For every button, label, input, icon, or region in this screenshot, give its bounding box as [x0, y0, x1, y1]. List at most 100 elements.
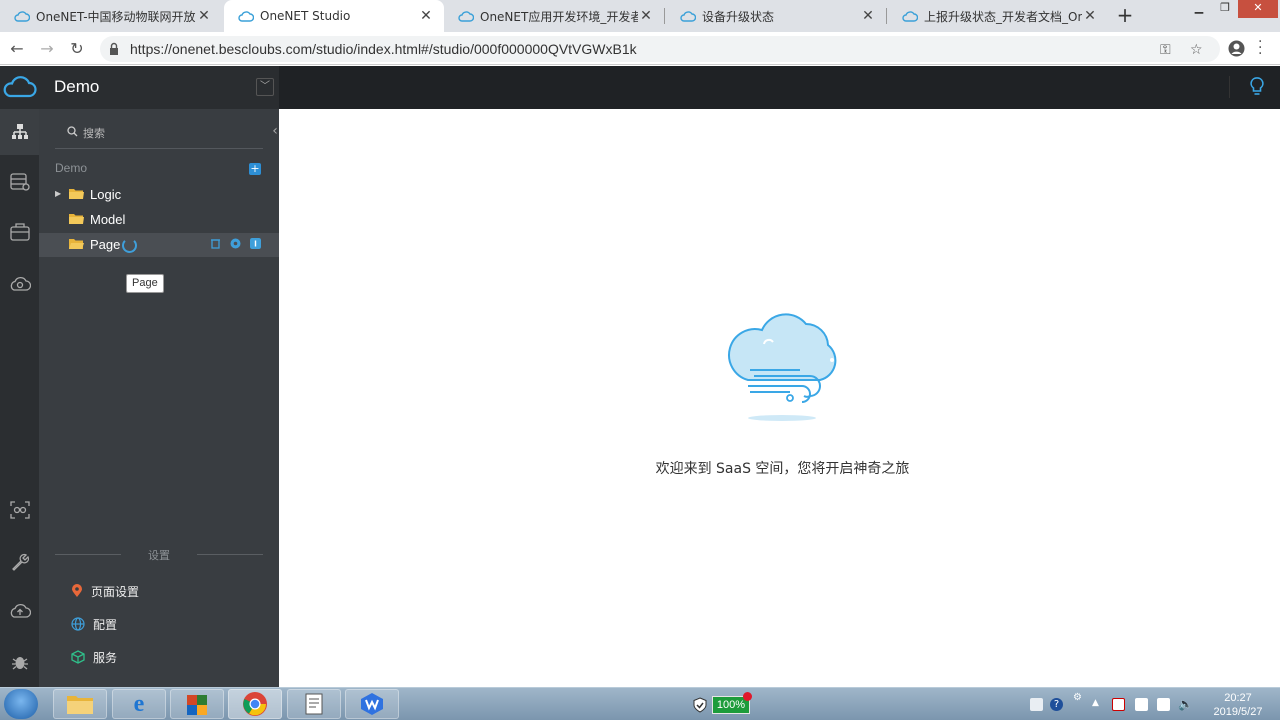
- wps-icon: [361, 693, 383, 715]
- tab-title: OneNET-中国移动物联网开放平: [36, 9, 196, 24]
- chevron-down-icon[interactable]: ﹀: [256, 78, 274, 96]
- lock-icon: [110, 42, 118, 55]
- rail-item-cloud-device[interactable]: [0, 260, 39, 306]
- chevron-up-icon[interactable]: ▲: [1092, 698, 1105, 711]
- rail-item-upload[interactable]: [0, 587, 39, 633]
- minimize-icon[interactable]: ▁: [1186, 0, 1212, 18]
- system-clock[interactable]: 20:27 2019/5/27: [1208, 691, 1268, 719]
- setting-label: 页面设置: [91, 584, 140, 599]
- hierarchy-icon: [11, 124, 28, 139]
- settings-small-icon[interactable]: ⚙: [1073, 692, 1086, 705]
- taskbar-chrome[interactable]: [228, 689, 282, 719]
- shield-check-icon[interactable]: [692, 697, 708, 713]
- cloud-icon: [680, 11, 696, 22]
- rail-item-tools[interactable]: [0, 539, 39, 585]
- windows-start-button[interactable]: [4, 689, 38, 719]
- device-icon[interactable]: [1135, 698, 1148, 711]
- help-icon[interactable]: ?: [1050, 698, 1063, 711]
- search-input[interactable]: [83, 123, 253, 143]
- windows-taskbar: e 100% ? ⚙ ▲ 🔈 20:27 2019/5/27: [0, 687, 1280, 720]
- delete-icon[interactable]: [210, 238, 221, 249]
- volume-icon[interactable]: 🔈: [1178, 698, 1193, 711]
- lightbulb-icon[interactable]: [1250, 77, 1264, 97]
- project-tree-panel: ‹ Demo + ▶ Logic Model Page 设置 页面设置 配置 服…: [39, 109, 279, 687]
- close-icon[interactable]: ✕: [638, 8, 654, 24]
- rail-item-debug[interactable]: [0, 639, 39, 685]
- tree-item-label: Page: [90, 237, 121, 252]
- url-text[interactable]: https://onenet.bescloubs.com/studio/inde…: [130, 41, 637, 57]
- project-name: Demo: [54, 77, 100, 96]
- setting-config[interactable]: 配置: [71, 614, 117, 634]
- database-icon: [9, 173, 30, 191]
- setting-page-settings[interactable]: 页面设置: [71, 581, 139, 601]
- tooltip: Page: [126, 274, 164, 293]
- address-bar: ← → ↻ https://onenet.bescloubs.com/studi…: [0, 32, 1280, 65]
- taskbar-wps[interactable]: [345, 689, 399, 719]
- cloud-icon: [902, 11, 918, 22]
- browser-tab[interactable]: OneNET应用开发环境_开发者文 ✕: [444, 0, 664, 32]
- forward-arrow-icon[interactable]: →: [36, 38, 58, 60]
- setting-label: 服务: [93, 650, 118, 665]
- setting-service[interactable]: 服务: [71, 647, 117, 667]
- caret-right-icon[interactable]: ▶: [55, 189, 61, 198]
- omnibox[interactable]: https://onenet.bescloubs.com/studio/inde…: [100, 36, 1220, 62]
- window-controls: ▁ ❐ ✕: [1186, 0, 1278, 18]
- settings-section-title: 设置: [148, 549, 170, 562]
- clock-time: 20:27: [1224, 692, 1252, 704]
- cloud-device-icon: [10, 277, 31, 291]
- chrome-icon: [243, 692, 267, 716]
- document-icon: [305, 693, 323, 715]
- rail-item-database[interactable]: [0, 159, 39, 205]
- rail-item-preview[interactable]: [0, 487, 39, 533]
- key-icon[interactable]: ⚿: [1160, 42, 1171, 58]
- tree-item-model[interactable]: Model: [39, 208, 279, 232]
- tree-item-page[interactable]: Page: [39, 233, 279, 257]
- browser-tab-bar: OneNET-中国移动物联网开放平 ✕ OneNET Studio ✕ OneN…: [0, 0, 1280, 32]
- folder-icon: [67, 696, 93, 714]
- tree-root-label: Demo: [55, 161, 88, 175]
- browser-tab[interactable]: OneNET-中国移动物联网开放平 ✕: [0, 0, 222, 32]
- taskbar-ie[interactable]: e: [112, 689, 166, 719]
- globe-icon: [71, 617, 85, 631]
- welcome-message: 欢迎来到 SaaS 空间，您将开启神奇之旅: [655, 461, 910, 477]
- power-icon[interactable]: [1157, 698, 1170, 711]
- taskbar-app[interactable]: [170, 689, 224, 719]
- taskbar-explorer[interactable]: [53, 689, 107, 719]
- close-window-icon[interactable]: ✕: [1238, 0, 1278, 18]
- tree-item-label: Model: [90, 212, 126, 227]
- network-error-icon[interactable]: [1112, 698, 1125, 711]
- taskbar-notepad[interactable]: [287, 689, 341, 719]
- tree-item-logic[interactable]: ▶ Logic: [39, 183, 279, 207]
- browser-tab[interactable]: 设备升级状态 ✕: [666, 0, 886, 32]
- close-icon[interactable]: ✕: [860, 8, 876, 24]
- back-arrow-icon[interactable]: ←: [6, 38, 28, 60]
- search-icon: [67, 126, 78, 137]
- office-icon: [187, 695, 207, 715]
- keyboard-icon[interactable]: [1030, 698, 1043, 711]
- browser-tab-active[interactable]: OneNET Studio ✕: [224, 0, 444, 32]
- tree-item-label: Logic: [90, 187, 122, 202]
- reload-icon[interactable]: ↻: [66, 38, 88, 60]
- add-page-icon[interactable]: [250, 238, 261, 249]
- browser-tab[interactable]: 上报升级状态_开发者文档_One ✕: [888, 0, 1108, 32]
- cloud-upload-icon: [10, 604, 31, 618]
- new-tab-button[interactable]: +: [1113, 4, 1137, 28]
- account-icon[interactable]: [1228, 40, 1245, 57]
- icon-rail: [0, 109, 39, 687]
- close-icon[interactable]: ✕: [1082, 8, 1098, 24]
- rail-item-tree[interactable]: [0, 109, 39, 155]
- cloud-icon: [458, 11, 474, 22]
- menu-kebab-icon[interactable]: · · ·: [1258, 35, 1262, 61]
- close-icon[interactable]: ✕: [196, 8, 212, 24]
- restore-icon[interactable]: ❐: [1212, 0, 1238, 18]
- star-icon[interactable]: ☆: [1190, 42, 1203, 58]
- wrench-icon: [11, 553, 29, 571]
- rail-item-package[interactable]: [0, 209, 39, 255]
- ie-icon: e: [133, 690, 145, 717]
- tab-title: OneNET Studio: [260, 9, 351, 23]
- add-button[interactable]: +: [249, 163, 261, 175]
- close-icon[interactable]: ✕: [418, 8, 434, 24]
- project-selector[interactable]: Demo ﹀: [0, 66, 279, 109]
- settings-icon[interactable]: [230, 238, 241, 249]
- cloud-logo-icon: [3, 76, 37, 98]
